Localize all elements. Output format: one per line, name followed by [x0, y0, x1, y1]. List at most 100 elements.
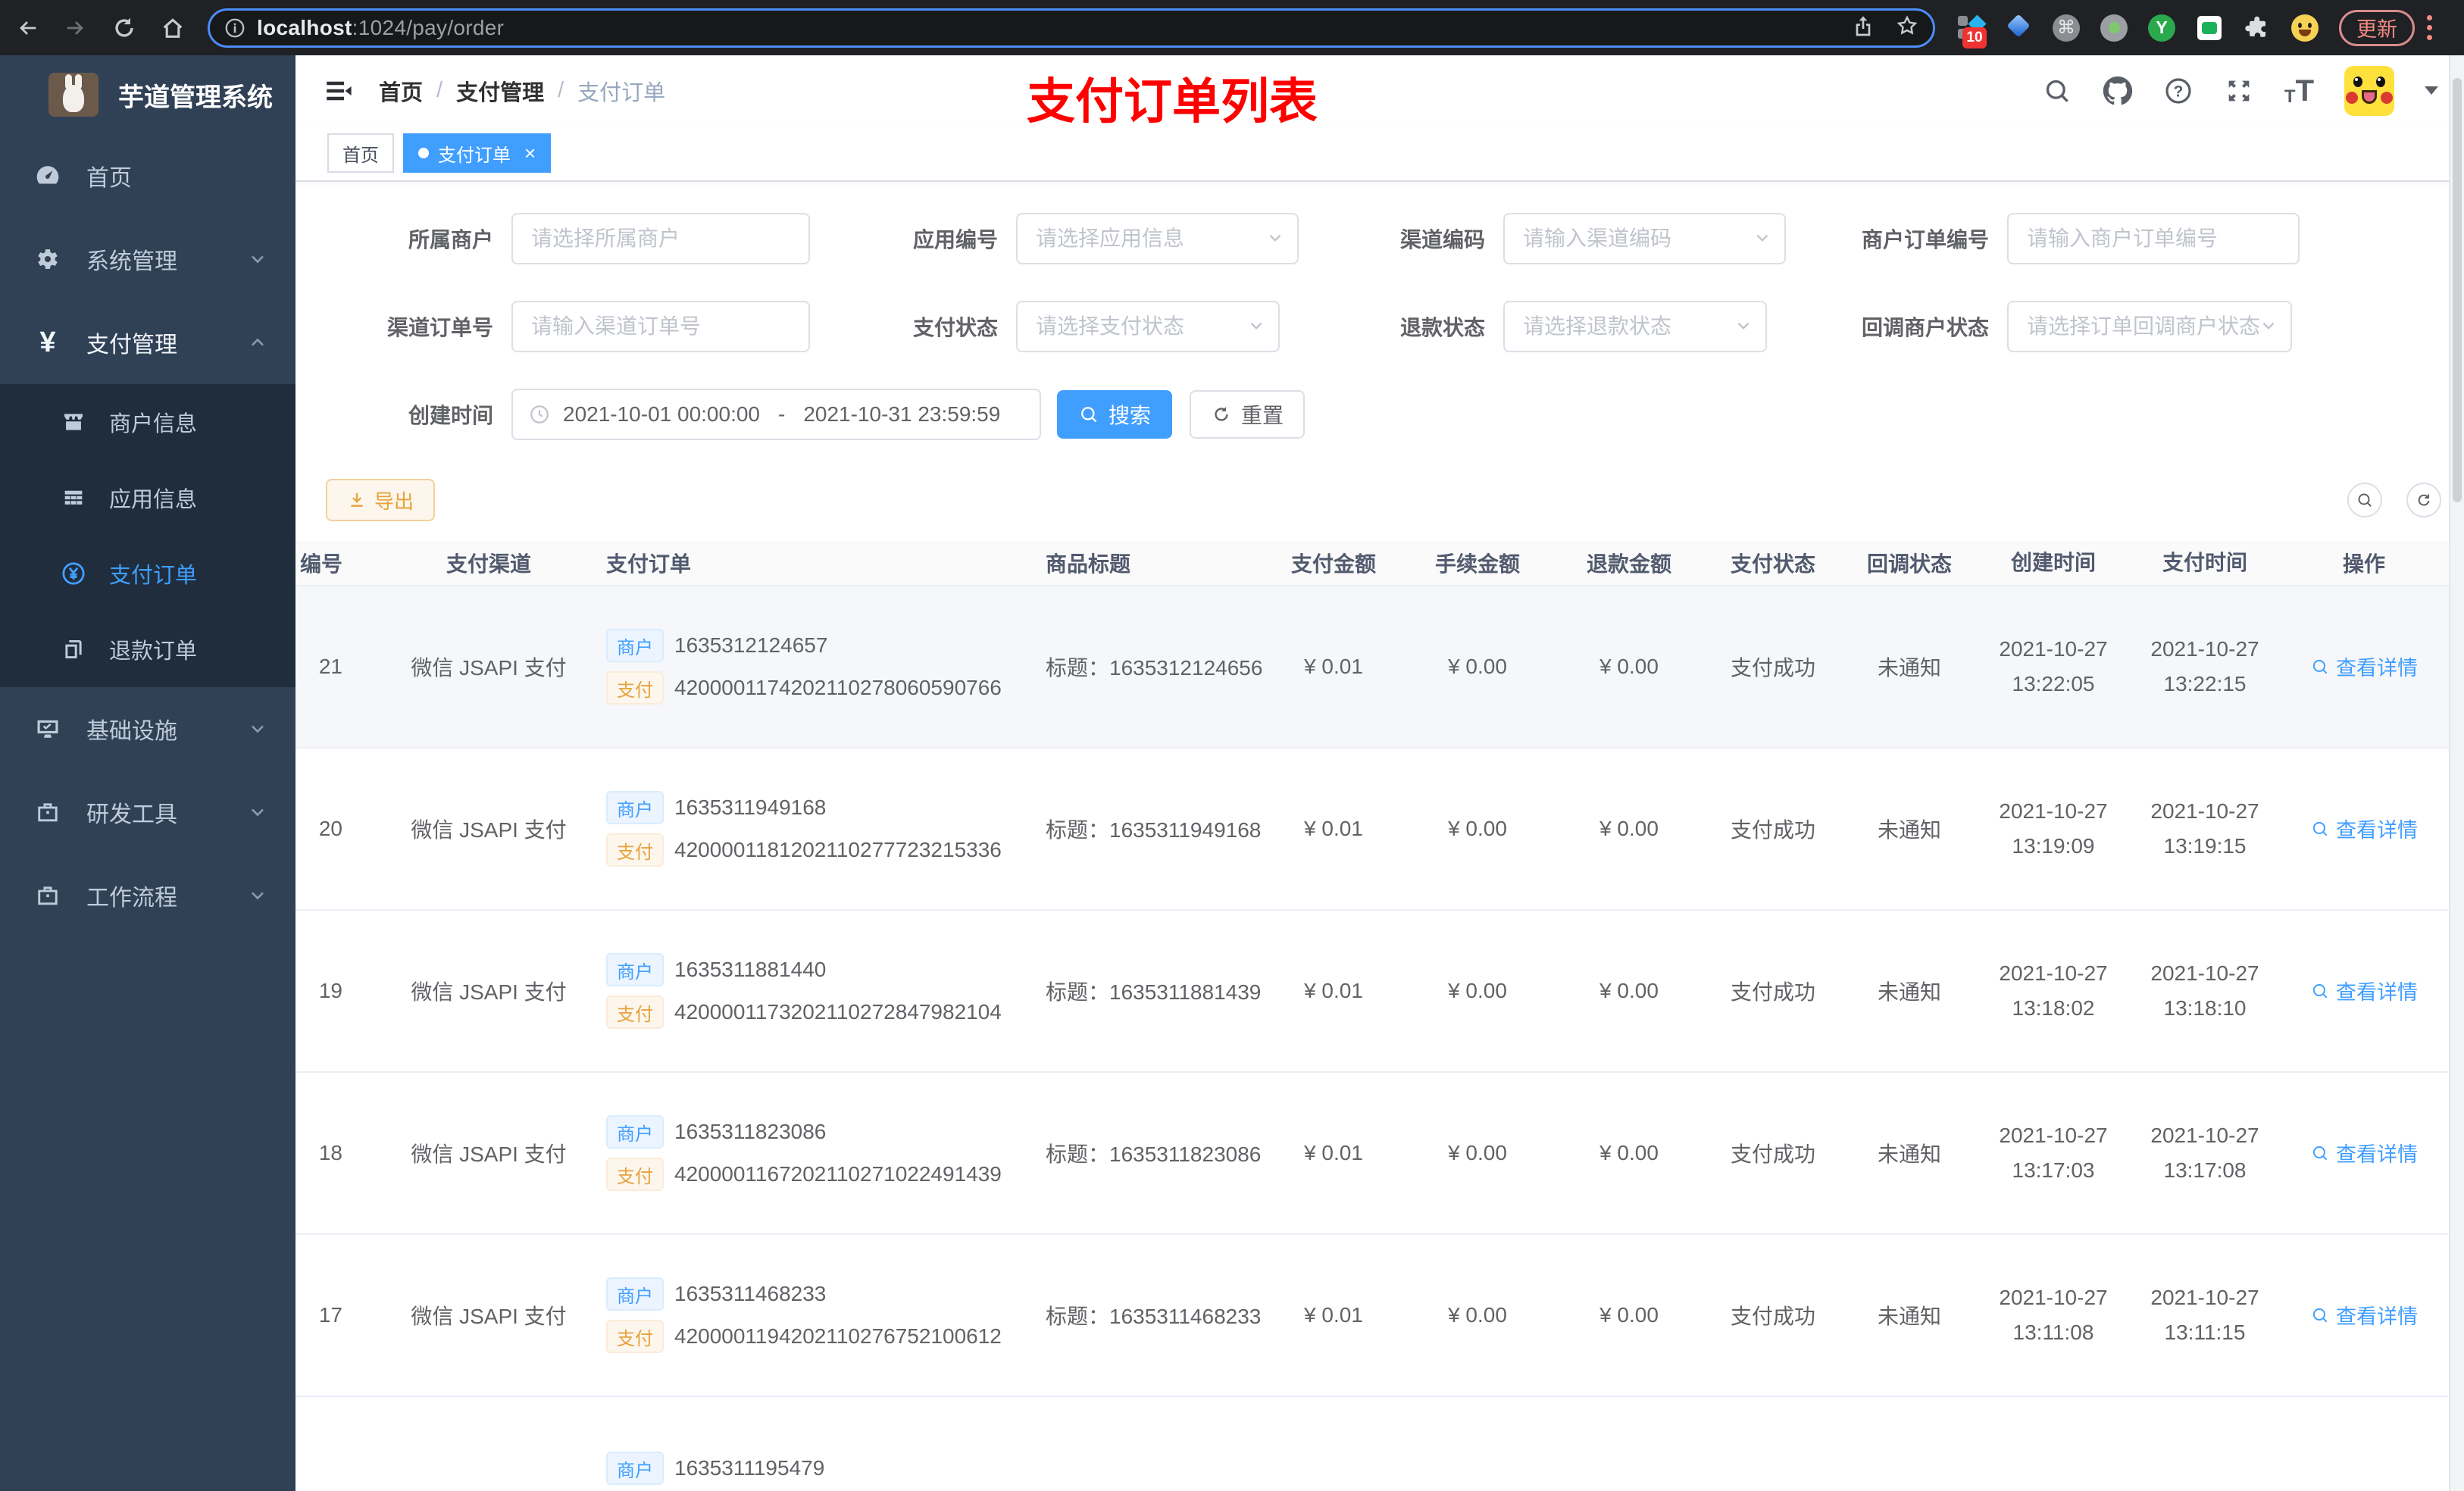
channel-order-no: 4200001194202110276752100612 [674, 1324, 1002, 1348]
cell-action: 查看详情 [2281, 976, 2447, 1006]
notify-status-select[interactable] [2007, 301, 2292, 352]
sidebar: 芋道管理系统 首页 系统管理 ¥ 支付管理 商户信息 应用信息 支付订单 退款订单 基础设施 研发… [0, 55, 295, 1491]
browser-back-button[interactable] [6, 7, 48, 49]
date-end: 2021-10-31 23:59:59 [803, 402, 1001, 426]
pay-status-select[interactable] [1016, 301, 1280, 352]
view-detail-link[interactable]: 查看详情 [2310, 1138, 2418, 1167]
cell-pay-time: 2021-10-27 13:22:15 [2150, 636, 2259, 695]
share-icon[interactable] [1851, 14, 1875, 42]
breadcrumb: 首页 / 支付管理 / 支付订单 [379, 75, 665, 107]
sidebar-item-label: 支付管理 [86, 333, 177, 358]
cell-pay-status: 支付成功 [1730, 818, 1815, 842]
refresh-table-button[interactable] [2406, 483, 2441, 517]
channel-code-select[interactable] [1503, 213, 1786, 264]
breadcrumb-pay-manage[interactable]: 支付管理 [456, 75, 544, 107]
cell-pay-time: 2021-10-27 13:17:08 [2150, 1123, 2259, 1182]
header-search-icon[interactable] [2042, 76, 2072, 106]
url-text: localhost:1024/pay/order [257, 16, 504, 40]
breadcrumb-home[interactable]: 首页 [379, 75, 423, 107]
extension-command-icon[interactable]: ⌘ [2052, 14, 2081, 42]
merchant-order-no: 1635311468233 [674, 1282, 827, 1305]
merchant-tag: 商户 [606, 1115, 664, 1149]
tags-view: 首页 支付订单 × [295, 126, 2464, 182]
search-button[interactable]: 搜索 [1057, 390, 1173, 439]
tab-pay-order[interactable]: 支付订单 × [403, 133, 552, 173]
pay-order-table: 编号 支付渠道 支付订单 商品标题 支付金额 手续金额 退款金额 支付状态 回调状态 创建时间 支付… [295, 541, 2464, 1491]
sidebar-item-merchant-info[interactable]: 商户信息 [0, 384, 295, 460]
user-avatar[interactable] [2344, 65, 2394, 116]
help-icon[interactable]: ? [2163, 76, 2194, 106]
export-button[interactable]: 导出 [326, 479, 436, 521]
view-detail-link[interactable]: 查看详情 [2310, 976, 2418, 1005]
filter-row-3: 创建时间 2021-10-01 00:00:00 - 2021-10-31 23… [326, 389, 2464, 440]
extension-gem-icon[interactable] [2004, 13, 2033, 42]
sidebar-item-system[interactable]: 系统管理 [0, 217, 295, 301]
browser-reload-button[interactable] [103, 7, 145, 49]
extension-chat-icon[interactable] [2195, 14, 2224, 42]
merchant-order-no: 1635311949168 [674, 796, 827, 819]
submenu-payment: 商户信息 应用信息 支付订单 退款订单 [0, 384, 295, 687]
dashboard-icon [33, 161, 62, 190]
view-detail-link[interactable]: 查看详情 [2310, 814, 2418, 843]
cell-pay-amount: ¥ 0.01 [1304, 979, 1363, 1002]
column-header-1: 编号 [299, 552, 342, 576]
tab-close-icon[interactable]: × [524, 142, 536, 165]
channel-order-no-input[interactable] [511, 301, 810, 352]
column-header-5: 支付金额 [1290, 552, 1376, 576]
toggle-search-button[interactable] [2347, 483, 2382, 517]
tab-home[interactable]: 首页 [327, 133, 394, 173]
github-icon[interactable] [2103, 76, 2133, 106]
date-separator: - [778, 402, 786, 426]
sidebar-item-infra[interactable]: 基础设施 [0, 687, 295, 771]
font-size-icon[interactable]: TT [2284, 76, 2314, 106]
browser-menu-icon[interactable] [2427, 15, 2432, 40]
create-time-range-picker[interactable]: 2021-10-01 00:00:00 - 2021-10-31 23:59:5… [511, 389, 1041, 440]
extension-emoji-icon[interactable] [2290, 14, 2319, 42]
sidebar-item-devtools[interactable]: 研发工具 [0, 771, 295, 854]
avatar-caret-icon[interactable] [2425, 86, 2438, 95]
cell-fee-amount: ¥ 0.00 [1448, 979, 1507, 1002]
extension-grid-icon[interactable]: 10 [1956, 14, 1987, 48]
sidebar-item-label: 系统管理 [86, 249, 177, 274]
back-arrow-icon [20, 20, 36, 35]
extensions-puzzle-icon[interactable] [2243, 14, 2272, 42]
bookmark-star-icon[interactable] [1895, 14, 1919, 42]
refund-status-select[interactable] [1503, 301, 1767, 352]
cell-notify-status: 未通知 [1877, 818, 1941, 842]
sidebar-item-refund-order[interactable]: 退款订单 [0, 611, 295, 687]
view-detail-link[interactable]: 查看详情 [2310, 652, 2418, 681]
sidebar-item-pay-order[interactable]: 支付订单 [0, 536, 295, 611]
hamburger-icon[interactable] [323, 75, 355, 107]
search-icon [2358, 493, 2372, 507]
scrollbar-thumb[interactable] [2453, 78, 2462, 502]
chevron-down-icon [247, 718, 268, 739]
breadcrumb-current: 支付订单 [577, 80, 666, 105]
extension-record-icon[interactable] [2100, 14, 2128, 42]
merchant-filter-label: 所属商户 [408, 228, 493, 252]
address-bar[interactable]: localhost:1024/pay/order [208, 8, 1935, 48]
browser-home-button[interactable] [152, 7, 194, 49]
sidebar-item-home[interactable]: 首页 [0, 134, 295, 217]
merchant-select[interactable] [511, 213, 810, 264]
channel-order-no-filter-label: 渠道订单号 [386, 316, 493, 339]
view-detail-link[interactable]: 查看详情 [2310, 1300, 2418, 1330]
cell-pay-amount: ¥ 0.01 [1304, 817, 1363, 840]
browser-forward-button[interactable] [55, 7, 97, 49]
chevron-down-icon [247, 885, 268, 906]
cell-title: 标题：1635312124656 [1046, 656, 1263, 680]
reset-button[interactable]: 重置 [1190, 390, 1305, 439]
table-row: 19 微信 JSAPI 支付 商户 1635311881440 支付 4200001173… [295, 911, 2464, 1073]
cell-channel: 微信 JSAPI 支付 [411, 818, 567, 842]
merchant-order-no-input[interactable] [2007, 213, 2300, 264]
clock-icon [530, 405, 549, 424]
extension-y-icon[interactable]: Y [2147, 14, 2176, 42]
site-info-icon[interactable] [224, 17, 246, 39]
browser-update-button[interactable]: 更新 [2339, 9, 2415, 46]
sidebar-item-payment[interactable]: ¥ 支付管理 [0, 301, 295, 384]
app-select[interactable] [1016, 213, 1299, 264]
cell-pay-order: 商户 1635311468233 支付 42000011942021102767521… [591, 1268, 1046, 1362]
fullscreen-icon[interactable] [2224, 76, 2254, 106]
page-scrollbar[interactable] [2449, 55, 2464, 1491]
sidebar-item-app-info[interactable]: 应用信息 [0, 460, 295, 536]
sidebar-item-workflow[interactable]: 工作流程 [0, 854, 295, 937]
